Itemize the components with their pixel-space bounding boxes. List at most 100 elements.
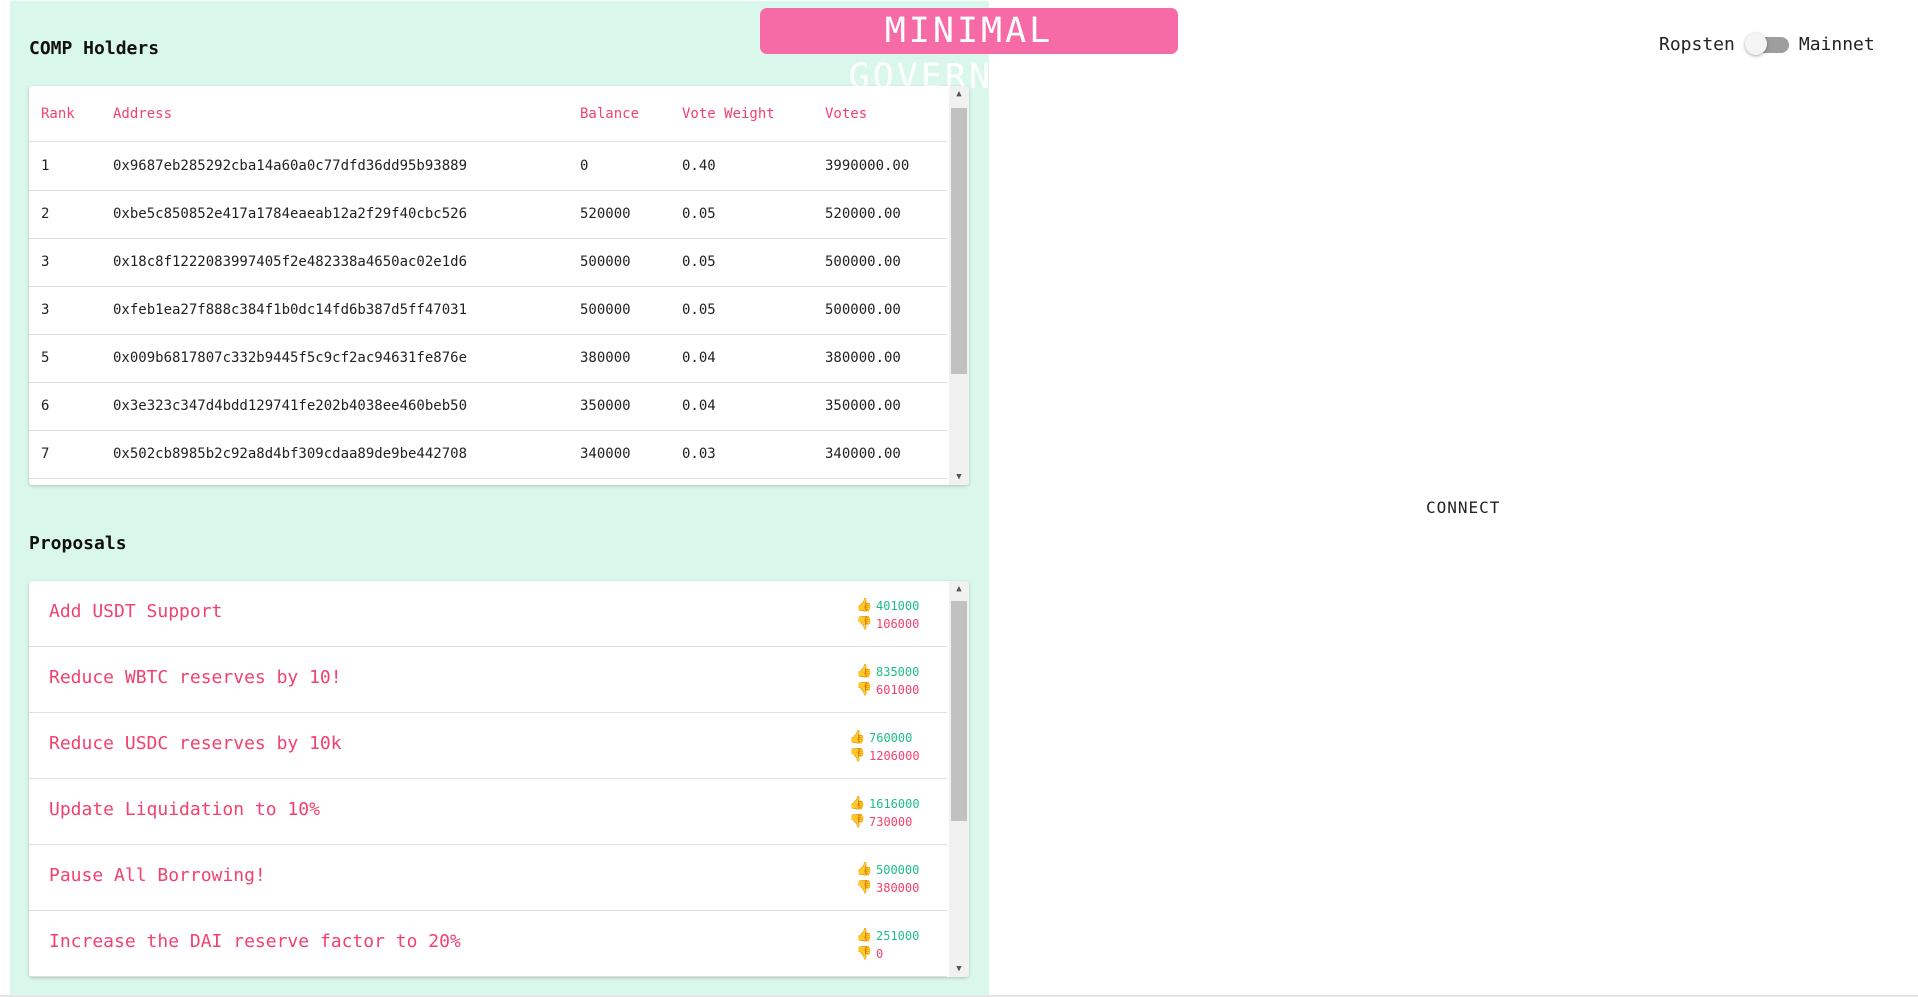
- network-label-ropsten: Ropsten: [1659, 33, 1735, 55]
- cell-balance: 0: [580, 158, 589, 174]
- thumbs-up-icon: 👍: [856, 862, 873, 877]
- for-votes: 500000: [876, 863, 920, 877]
- against-votes: 106000: [876, 617, 920, 631]
- cell-rank: 3: [41, 254, 50, 270]
- cell-address: 0x3e323c347d4bdd129741fe202b4038ee460beb…: [113, 398, 468, 414]
- table-row[interactable]: 1 0x9687eb285292cba14a60a0c77dfd36dd95b9…: [29, 142, 947, 191]
- proposals-title: Proposals: [29, 533, 127, 554]
- cell-votes: 500000.00: [825, 254, 901, 270]
- cell-votes: 3990000.00: [825, 158, 910, 174]
- cell-votes: 380000.00: [825, 350, 901, 366]
- proposal-votes: 👍 760000 👎 1206000: [849, 729, 920, 765]
- against-votes: 380000: [876, 881, 920, 895]
- cell-vote-weight: 0.05: [682, 254, 716, 270]
- against-votes: 1206000: [869, 749, 920, 763]
- for-votes: 835000: [876, 665, 920, 679]
- cell-votes: 520000.00: [825, 206, 901, 222]
- thumbs-down-icon: 👎: [856, 616, 873, 631]
- for-votes: 760000: [869, 731, 913, 745]
- thumbs-down-icon: 👎: [856, 880, 873, 895]
- cell-balance: 520000: [580, 206, 631, 222]
- thumbs-down-icon: 👎: [849, 748, 866, 763]
- cell-address: 0x9687eb285292cba14a60a0c77dfd36dd95b938…: [113, 158, 468, 174]
- cell-vote-weight: 0.05: [682, 206, 716, 222]
- cell-balance: 350000: [580, 398, 631, 414]
- proposal-item[interactable]: Add USDT Support 👍 401000 👎 106000: [29, 581, 947, 647]
- column-header-rank[interactable]: Rank: [41, 106, 75, 122]
- thumbs-up-icon: 👍: [856, 664, 873, 679]
- proposals-list: Add USDT Support 👍 401000 👎 106000 Reduce …: [29, 581, 969, 977]
- column-header-address[interactable]: Address: [113, 106, 172, 122]
- proposal-title[interactable]: Pause All Borrowing!: [49, 865, 266, 886]
- proposal-votes: 👍 251000 👎 0: [856, 927, 919, 963]
- proposal-title[interactable]: Increase the DAI reserve factor to 20%: [49, 931, 461, 952]
- for-votes: 401000: [876, 599, 920, 613]
- thumbs-down-icon: 👎: [856, 682, 873, 697]
- thumbs-down-icon: 👎: [849, 814, 866, 829]
- switch-thumb[interactable]: [1744, 33, 1767, 55]
- thumbs-down-icon: 👎: [856, 946, 873, 961]
- table-row[interactable]: 3 0xfeb1ea27f888c384f1b0dc14fd6b387d5ff4…: [29, 286, 947, 335]
- proposal-item[interactable]: Reduce USDC reserves by 10k 👍 760000 👎 120…: [29, 713, 947, 779]
- cell-rank: 5: [41, 350, 50, 366]
- table-row[interactable]: 5 0x009b6817807c332b9445f5c9cf2ac94631fe…: [29, 334, 947, 383]
- proposal-title[interactable]: Add USDT Support: [49, 601, 222, 622]
- holders-scrollbar[interactable]: ▲ ▼: [949, 86, 969, 485]
- proposal-item[interactable]: Pause All Borrowing! 👍 500000 👎 380000: [29, 845, 947, 911]
- holders-title: COMP Holders: [29, 38, 160, 59]
- network-switch[interactable]: [1744, 33, 1789, 55]
- cell-vote-weight: 0.04: [682, 350, 716, 366]
- cell-votes: 350000.00: [825, 398, 901, 414]
- cell-balance: 340000: [580, 446, 631, 462]
- proposal-item[interactable]: Reduce WBTC reserves by 10! 👍 835000 👎 601…: [29, 647, 947, 713]
- cell-balance: 500000: [580, 254, 631, 270]
- cell-rank: 6: [41, 398, 50, 414]
- proposals-scrollbar[interactable]: ▲ ▼: [949, 581, 969, 977]
- scroll-up-arrow-icon[interactable]: ▲: [949, 86, 969, 102]
- column-header-balance[interactable]: Balance: [580, 106, 639, 122]
- cell-vote-weight: 0.40: [682, 158, 716, 174]
- proposal-votes: 👍 401000 👎 106000: [856, 597, 919, 633]
- proposal-title[interactable]: Reduce USDC reserves by 10k: [49, 733, 342, 754]
- thumbs-up-icon: 👍: [849, 730, 866, 745]
- proposal-votes: 👍 500000 👎 380000: [856, 861, 919, 897]
- cell-address: 0x009b6817807c332b9445f5c9cf2ac94631fe87…: [113, 350, 468, 366]
- cell-vote-weight: 0.03: [682, 446, 716, 462]
- network-toggle: Ropsten Mainnet: [1659, 30, 1875, 58]
- thumbs-up-icon: 👍: [856, 928, 873, 943]
- scroll-up-arrow-icon[interactable]: ▲: [949, 581, 969, 597]
- table-row[interactable]: 6 0x3e323c347d4bdd129741fe202b4038ee460b…: [29, 382, 947, 431]
- table-row[interactable]: 7 0x502cb8985b2c92a8d4bf309cdaa89de9be44…: [29, 430, 947, 479]
- cell-address: 0xbe5c850852e417a1784eaeab12a2f29f40cbc5…: [113, 206, 468, 222]
- proposal-title[interactable]: Update Liquidation to 10%: [49, 799, 320, 820]
- scroll-down-arrow-icon[interactable]: ▼: [949, 469, 969, 485]
- thumbs-up-icon: 👍: [856, 598, 873, 613]
- cell-rank: 7: [41, 446, 50, 462]
- proposal-title[interactable]: Reduce WBTC reserves by 10!: [49, 667, 342, 688]
- table-header: Rank Address Balance Vote Weight Votes: [29, 86, 947, 142]
- cell-vote-weight: 0.05: [682, 302, 716, 318]
- cell-address: 0xfeb1ea27f888c384f1b0dc14fd6b387d5ff470…: [113, 302, 468, 318]
- for-votes: 1616000: [869, 797, 920, 811]
- table-row[interactable]: 2 0xbe5c850852e417a1784eaeab12a2f29f40cb…: [29, 190, 947, 239]
- cell-rank: 2: [41, 206, 50, 222]
- column-header-vote-weight[interactable]: Vote Weight: [682, 106, 775, 122]
- against-votes: 730000: [869, 815, 913, 829]
- column-header-votes[interactable]: Votes: [825, 106, 867, 122]
- scroll-thumb[interactable]: [951, 108, 967, 374]
- against-votes: 601000: [876, 683, 920, 697]
- cell-votes: 340000.00: [825, 446, 901, 462]
- thumbs-up-icon: 👍: [849, 796, 866, 811]
- cell-rank: 3: [41, 302, 50, 318]
- proposal-item[interactable]: Increase the DAI reserve factor to 20% 👍…: [29, 911, 947, 977]
- table-row[interactable]: 3 0x18c8f1222083997405f2e482338a4650ac02…: [29, 238, 947, 287]
- connect-button[interactable]: CONNECT: [1426, 498, 1500, 517]
- against-votes: 0: [876, 947, 884, 961]
- scroll-down-arrow-icon[interactable]: ▼: [949, 961, 969, 977]
- proposal-votes: 👍 1616000 👎 730000: [849, 795, 920, 831]
- cell-vote-weight: 0.04: [682, 398, 716, 414]
- scroll-thumb[interactable]: [951, 601, 967, 821]
- proposal-item[interactable]: Update Liquidation to 10% 👍 1616000 👎 7300…: [29, 779, 947, 845]
- cell-balance: 380000: [580, 350, 631, 366]
- cell-balance: 500000: [580, 302, 631, 318]
